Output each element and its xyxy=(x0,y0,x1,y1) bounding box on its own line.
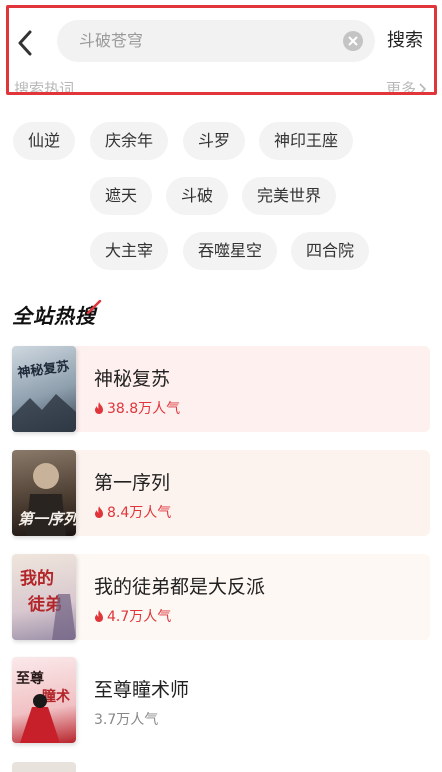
search-input[interactable]: 斗破苍穹 xyxy=(57,20,375,62)
clear-x-icon xyxy=(348,36,358,46)
hot-word-chip[interactable]: 完美世界 xyxy=(242,177,337,215)
hot-word-chip[interactable]: 庆余年 xyxy=(90,122,169,160)
fire-icon xyxy=(95,506,103,518)
more-label: 更多 xyxy=(385,80,416,95)
popularity-value: 4.7万人气 xyxy=(107,609,172,625)
search-header: 斗破苍穹 搜索 搜索热词 更多 xyxy=(6,5,437,95)
section-title-hot-ranking: 全站热搜 xyxy=(12,304,96,328)
cover-art-mysterious-revival: 神秘复苏 xyxy=(12,358,76,432)
ranking-item[interactable]: 我的 徒弟 我的徒弟都是大反派 4.7万人气 xyxy=(12,554,430,640)
hot-word-chip[interactable]: 大主宰 xyxy=(90,232,169,270)
hot-mark-icon xyxy=(86,300,102,314)
back-button[interactable] xyxy=(13,28,37,58)
clear-icon[interactable] xyxy=(343,31,363,51)
book-cover-partial xyxy=(12,762,76,772)
hot-word-chip[interactable]: 吞噬星空 xyxy=(183,232,278,270)
popularity-value: 38.8万人气 xyxy=(107,401,181,417)
search-button[interactable]: 搜索 xyxy=(387,20,423,62)
book-cover: 至尊 瞳术 xyxy=(12,657,76,743)
book-cover: 第一序列 xyxy=(12,450,76,536)
hot-word-chip[interactable]: 四合院 xyxy=(291,232,370,270)
cover-art-first-sequence: 第一序列 xyxy=(18,463,76,536)
popularity: 8.4万人气 xyxy=(94,502,171,522)
ranking-item[interactable]: 神秘复苏 神秘复苏 38.8万人气 xyxy=(12,346,430,432)
hot-word-chip[interactable]: 遮天 xyxy=(90,177,153,215)
svg-text:神秘复苏: 神秘复苏 xyxy=(17,358,71,381)
hot-word-chip[interactable]: 仙逆 xyxy=(13,122,76,160)
more-link[interactable]: 更多 xyxy=(385,79,426,95)
hot-words-label: 搜索热词 xyxy=(14,80,75,95)
book-title: 第一序列 xyxy=(94,472,171,494)
ranking-item[interactable]: 至尊 瞳术 至尊瞳术师 3.7万人气 xyxy=(12,657,430,743)
hot-word-chip[interactable]: 斗罗 xyxy=(183,122,246,160)
fire-icon xyxy=(95,402,103,414)
popularity-value: 3.7万人气 xyxy=(94,712,159,728)
ranking-item[interactable]: 第一序列 第一序列 8.4万人气 xyxy=(12,450,430,536)
search-query[interactable]: 斗破苍穹 xyxy=(79,20,143,62)
hot-word-chip[interactable]: 斗破 xyxy=(166,177,229,215)
hot-word-chip[interactable]: 神印王座 xyxy=(259,122,354,160)
svg-text:第一序列: 第一序列 xyxy=(18,510,76,528)
svg-text:我的: 我的 xyxy=(20,568,54,589)
book-cover: 我的 徒弟 xyxy=(12,554,76,640)
popularity-value: 8.4万人气 xyxy=(107,505,172,521)
cover-art-supreme-pupil: 至尊 瞳术 xyxy=(16,670,70,743)
book-title: 神秘复苏 xyxy=(94,368,171,390)
popularity: 3.7万人气 xyxy=(94,709,158,729)
popularity: 38.8万人气 xyxy=(94,398,180,418)
book-title: 我的徒弟都是大反派 xyxy=(94,576,266,598)
book-title: 至尊瞳术师 xyxy=(94,679,190,701)
chevron-right-icon xyxy=(419,83,426,92)
svg-text:至尊: 至尊 xyxy=(16,670,44,687)
fire-icon xyxy=(95,610,103,622)
popularity: 4.7万人气 xyxy=(94,606,171,626)
cover-art-my-disciples: 我的 徒弟 xyxy=(20,568,76,640)
chevron-left-icon xyxy=(18,30,32,56)
book-cover: 神秘复苏 xyxy=(12,346,76,432)
